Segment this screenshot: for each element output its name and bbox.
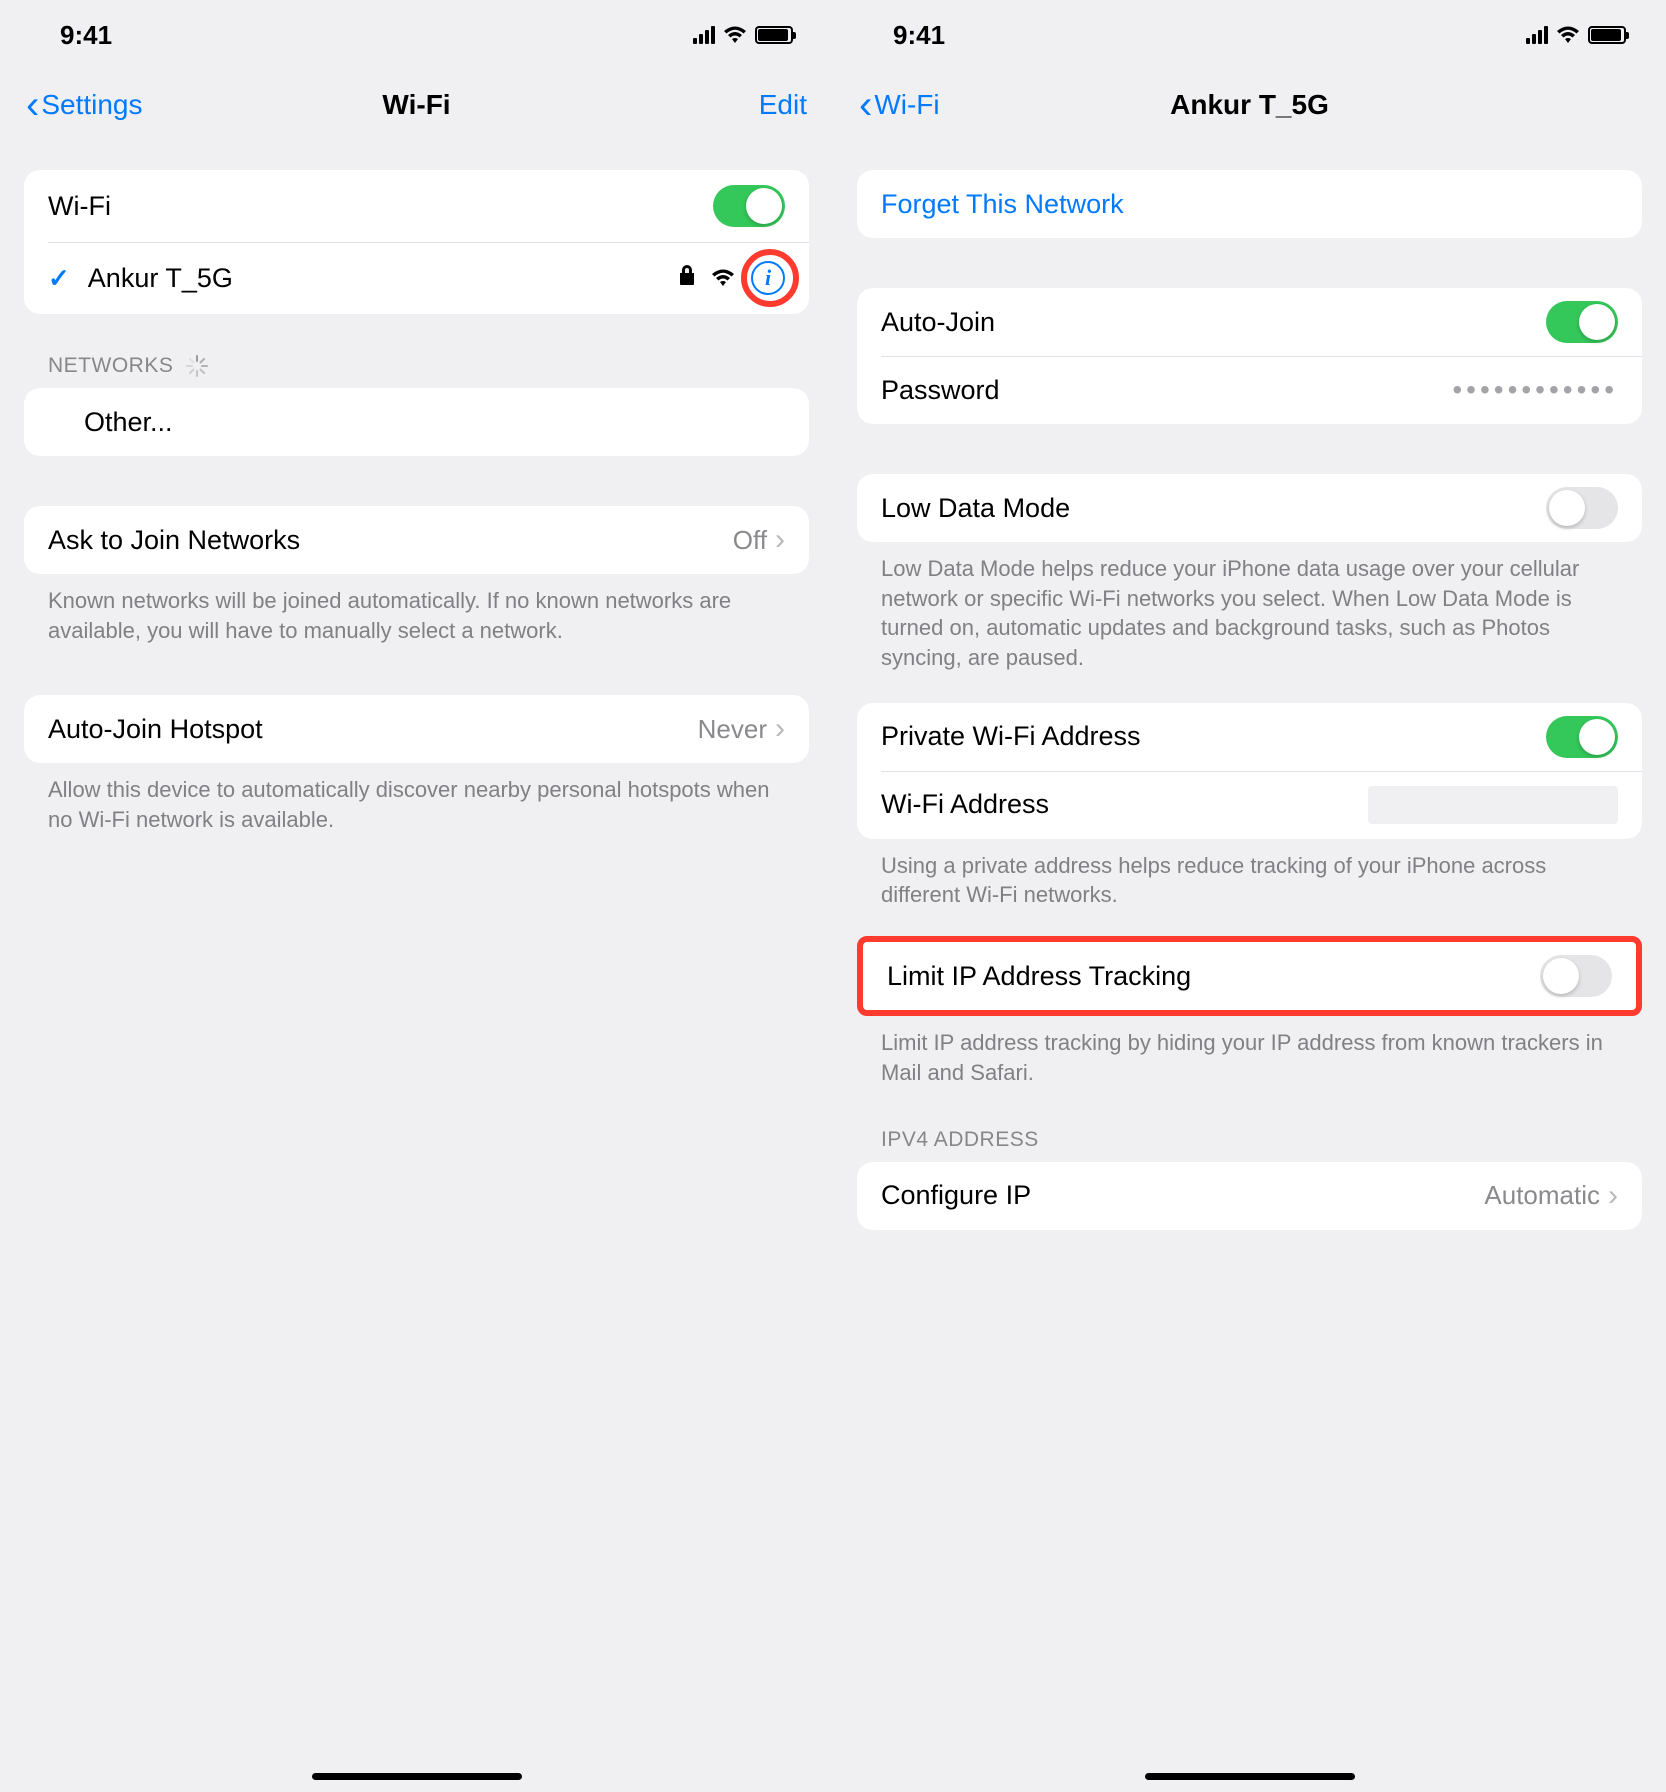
forget-network-row[interactable]: Forget This Network <box>857 170 1642 238</box>
cellular-icon <box>1526 26 1548 44</box>
auto-join-label: Auto-Join <box>881 307 1546 338</box>
current-network-row[interactable]: ✓ Ankur T_5G i <box>24 242 809 314</box>
ask-join-footer: Known networks will be joined automatica… <box>24 574 809 645</box>
ask-join-value: Off <box>733 525 767 556</box>
auto-hotspot-value: Never <box>698 714 767 745</box>
ask-join-group: Ask to Join Networks Off › <box>24 506 809 574</box>
wifi-address-row[interactable]: Wi-Fi Address <box>857 771 1642 839</box>
nav-bar: ‹ Settings Wi-Fi Edit <box>0 70 833 140</box>
wifi-switch[interactable] <box>713 185 785 227</box>
lock-icon <box>679 265 695 291</box>
battery-icon <box>1588 26 1626 44</box>
status-indicators <box>693 26 793 44</box>
status-bar: 9:41 <box>0 0 833 70</box>
wifi-toggle-group: Wi-Fi ✓ Ankur T_5G i <box>24 170 809 314</box>
edit-button[interactable]: Edit <box>759 89 807 121</box>
password-dots: •••••••••••• <box>1452 374 1618 406</box>
configure-ip-value: Automatic <box>1484 1180 1600 1211</box>
wifi-icon <box>1556 26 1580 44</box>
auto-hotspot-footer: Allow this device to automatically disco… <box>24 763 809 834</box>
wifi-strength-icon <box>711 269 735 287</box>
spinner-icon <box>185 355 207 377</box>
private-address-switch[interactable] <box>1546 716 1618 758</box>
chevron-left-icon: ‹ <box>26 85 39 125</box>
forget-label: Forget This Network <box>881 189 1618 220</box>
password-row[interactable]: Password •••••••••••• <box>857 356 1642 424</box>
home-indicator[interactable] <box>1145 1773 1355 1780</box>
wifi-icon <box>723 26 747 44</box>
private-address-row[interactable]: Private Wi-Fi Address <box>857 703 1642 771</box>
low-data-row[interactable]: Low Data Mode <box>857 474 1642 542</box>
private-address-footer: Using a private address helps reduce tra… <box>857 839 1642 910</box>
auto-hotspot-row[interactable]: Auto-Join Hotspot Never › <box>24 695 809 763</box>
ipv4-header: IPV4 ADDRESS <box>857 1088 1642 1162</box>
chevron-right-icon: › <box>1608 1179 1618 1213</box>
auto-join-switch[interactable] <box>1546 301 1618 343</box>
low-data-footer: Low Data Mode helps reduce your iPhone d… <box>857 542 1642 673</box>
back-label: Settings <box>41 89 142 121</box>
battery-icon <box>755 26 793 44</box>
auto-hotspot-group: Auto-Join Hotspot Never › <box>24 695 809 763</box>
auto-hotspot-label: Auto-Join Hotspot <box>48 714 698 745</box>
wifi-settings-screen: 9:41 ‹ Settings Wi-Fi Edit Wi-Fi ✓ Ankur… <box>0 0 833 1792</box>
page-title: Ankur T_5G <box>833 89 1666 121</box>
network-detail-screen: 9:41 ‹ Wi-Fi Ankur T_5G Forget This Netw… <box>833 0 1666 1792</box>
other-network-row[interactable]: Other... <box>24 388 809 456</box>
info-icon[interactable]: i <box>751 261 785 295</box>
join-password-group: Auto-Join Password •••••••••••• <box>857 288 1642 424</box>
wifi-toggle-row[interactable]: Wi-Fi <box>24 170 809 242</box>
limit-ip-group: Limit IP Address Tracking <box>857 936 1642 1016</box>
network-name: Ankur T_5G <box>88 263 679 294</box>
ipv4-group: Configure IP Automatic › <box>857 1162 1642 1230</box>
chevron-right-icon: › <box>775 523 785 557</box>
limit-ip-label: Limit IP Address Tracking <box>887 961 1540 992</box>
configure-ip-label: Configure IP <box>881 1180 1484 1211</box>
forget-group: Forget This Network <box>857 170 1642 238</box>
limit-ip-row[interactable]: Limit IP Address Tracking <box>863 942 1636 1010</box>
status-indicators <box>1526 26 1626 44</box>
checkmark-icon: ✓ <box>48 263 70 294</box>
nav-bar: ‹ Wi-Fi Ankur T_5G <box>833 70 1666 140</box>
status-bar: 9:41 <box>833 0 1666 70</box>
other-label: Other... <box>84 407 785 438</box>
limit-ip-switch[interactable] <box>1540 955 1612 997</box>
back-button[interactable]: ‹ Wi-Fi <box>859 85 940 125</box>
home-indicator[interactable] <box>312 1773 522 1780</box>
ask-join-row[interactable]: Ask to Join Networks Off › <box>24 506 809 574</box>
cellular-icon <box>693 26 715 44</box>
back-label: Wi-Fi <box>874 89 939 121</box>
other-networks-group: Other... <box>24 388 809 456</box>
private-address-label: Private Wi-Fi Address <box>881 721 1546 752</box>
networks-header: NETWORKS <box>24 314 809 388</box>
private-address-group: Private Wi-Fi Address Wi-Fi Address <box>857 703 1642 839</box>
password-label: Password <box>881 375 1452 406</box>
configure-ip-row[interactable]: Configure IP Automatic › <box>857 1162 1642 1230</box>
low-data-group: Low Data Mode <box>857 474 1642 542</box>
back-button[interactable]: ‹ Settings <box>26 85 143 125</box>
low-data-switch[interactable] <box>1546 487 1618 529</box>
auto-join-row[interactable]: Auto-Join <box>857 288 1642 356</box>
low-data-label: Low Data Mode <box>881 493 1546 524</box>
status-time: 9:41 <box>893 20 945 51</box>
limit-ip-footer: Limit IP address tracking by hiding your… <box>857 1016 1642 1087</box>
chevron-right-icon: › <box>775 712 785 746</box>
chevron-left-icon: ‹ <box>859 85 872 125</box>
wifi-address-value <box>1368 786 1618 824</box>
wifi-address-label: Wi-Fi Address <box>881 789 1368 820</box>
status-time: 9:41 <box>60 20 112 51</box>
wifi-label: Wi-Fi <box>48 191 713 222</box>
ask-join-label: Ask to Join Networks <box>48 525 733 556</box>
